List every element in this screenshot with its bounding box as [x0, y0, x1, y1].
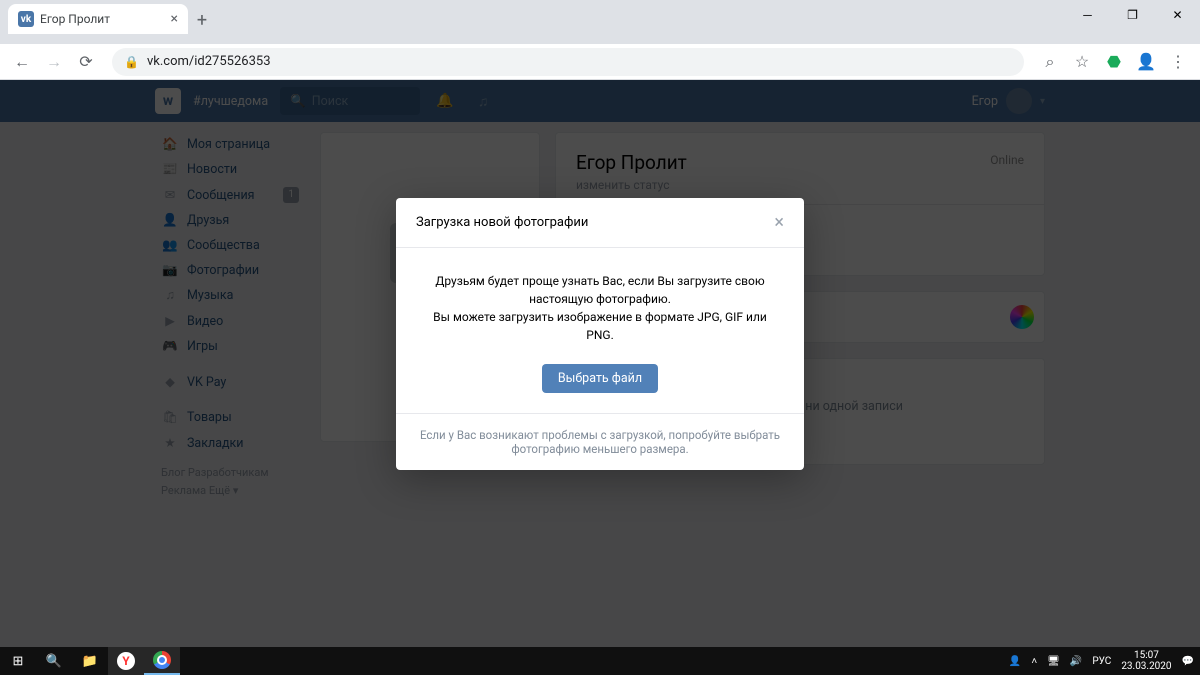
- new-tab-button[interactable]: +: [188, 6, 216, 34]
- modal-close-icon[interactable]: ×: [774, 212, 784, 233]
- key-icon[interactable]: ⌕: [1036, 48, 1064, 76]
- nav-back-button[interactable]: ←: [8, 48, 36, 76]
- windows-taskbar: ⊞ 🔍 📁 Y 👤 ˄ 🖥 🔊 РУС 15:07 23.03.2020 💬: [0, 647, 1200, 675]
- start-button[interactable]: ⊞: [0, 647, 36, 675]
- tray-monitor-icon[interactable]: 🖥: [1047, 656, 1060, 667]
- search-button[interactable]: 🔍: [36, 647, 72, 675]
- url-text: vk.com/id275526353: [147, 54, 271, 69]
- tray-people-icon[interactable]: 👤: [1009, 656, 1021, 667]
- yandex-browser-icon[interactable]: Y: [108, 647, 144, 675]
- menu-icon[interactable]: ⋮: [1164, 48, 1192, 76]
- taskbar-clock[interactable]: 15:07 23.03.2020: [1121, 650, 1171, 673]
- action-center-icon[interactable]: 💬: [1182, 656, 1194, 667]
- tray-language[interactable]: РУС: [1092, 656, 1111, 667]
- lock-icon: 🔒: [124, 55, 139, 69]
- window-minimize-button[interactable]: ─: [1065, 0, 1110, 30]
- window-close-button[interactable]: ✕: [1155, 0, 1200, 30]
- modal-footer-text: Если у Вас возникают проблемы с загрузко…: [396, 413, 804, 470]
- address-bar[interactable]: 🔒 vk.com/id275526353: [112, 48, 1024, 76]
- clock-time: 15:07: [1121, 650, 1171, 662]
- upload-photo-modal: Загрузка новой фотографии × Друзьям буде…: [396, 198, 804, 470]
- file-explorer-icon[interactable]: 📁: [72, 647, 108, 675]
- browser-tab-strip: vk Егор Пролит × + ─ ❐ ✕: [0, 0, 1200, 44]
- tray-volume-icon[interactable]: 🔊: [1070, 656, 1082, 667]
- tab-title: Егор Пролит: [40, 12, 110, 26]
- modal-title: Загрузка новой фотографии: [416, 215, 588, 230]
- window-maximize-button[interactable]: ❐: [1110, 0, 1155, 30]
- browser-tab[interactable]: vk Егор Пролит ×: [8, 4, 188, 34]
- modal-description: Друзьям будет проще узнать Вас, если Вы …: [424, 272, 776, 344]
- browser-toolbar: ← → ⟳ 🔒 vk.com/id275526353 ⌕ ☆ ⬣ 👤 ⋮: [0, 44, 1200, 80]
- clock-date: 23.03.2020: [1121, 661, 1171, 673]
- tab-close-icon[interactable]: ×: [171, 11, 178, 27]
- chrome-icon[interactable]: [144, 647, 180, 675]
- shield-icon[interactable]: ⬣: [1100, 48, 1128, 76]
- star-icon[interactable]: ☆: [1068, 48, 1096, 76]
- nav-forward-button[interactable]: →: [40, 48, 68, 76]
- profile-icon[interactable]: 👤: [1132, 48, 1160, 76]
- vk-favicon: vk: [18, 11, 34, 27]
- tray-up-icon[interactable]: ˄: [1031, 656, 1037, 667]
- nav-reload-button[interactable]: ⟳: [72, 48, 100, 76]
- select-file-button[interactable]: Выбрать файл: [542, 364, 658, 393]
